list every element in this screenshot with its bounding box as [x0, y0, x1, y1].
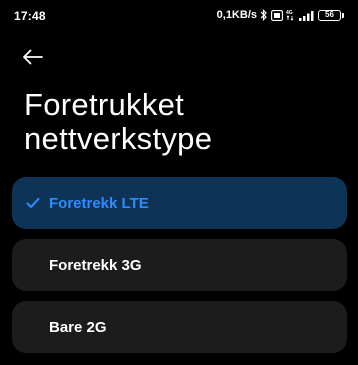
- option-prefer-3g[interactable]: Foretrekk 3G: [12, 239, 347, 291]
- option-prefer-lte[interactable]: Foretrekk LTE: [12, 177, 347, 229]
- battery-icon: 56: [318, 9, 344, 21]
- bluetooth-icon: [260, 9, 268, 21]
- status-time: 17:48: [14, 9, 46, 23]
- network-speed: 0,1KB/s: [216, 9, 257, 21]
- arrow-left-icon: [22, 49, 44, 70]
- back-button[interactable]: [22, 44, 52, 74]
- status-icons: 0,1KB/s 4G 56: [217, 7, 344, 23]
- status-bar: 17:48 0,1KB/s 4G 56: [0, 0, 358, 30]
- svg-text:4G: 4G: [286, 10, 293, 16]
- volte-icon: [271, 9, 283, 21]
- checkmark-icon: [26, 196, 40, 210]
- option-label: Bare 2G: [49, 318, 107, 336]
- option-label: Foretrekk LTE: [49, 194, 149, 212]
- option-label: Foretrekk 3G: [49, 256, 142, 274]
- option-only-2g[interactable]: Bare 2G: [12, 301, 347, 353]
- mobile-data-4g-icon: 4G: [286, 9, 296, 21]
- page-title: Foretrukket nettverkstype: [24, 87, 213, 156]
- battery-level: 56: [318, 9, 341, 21]
- signal-icon: [299, 10, 315, 21]
